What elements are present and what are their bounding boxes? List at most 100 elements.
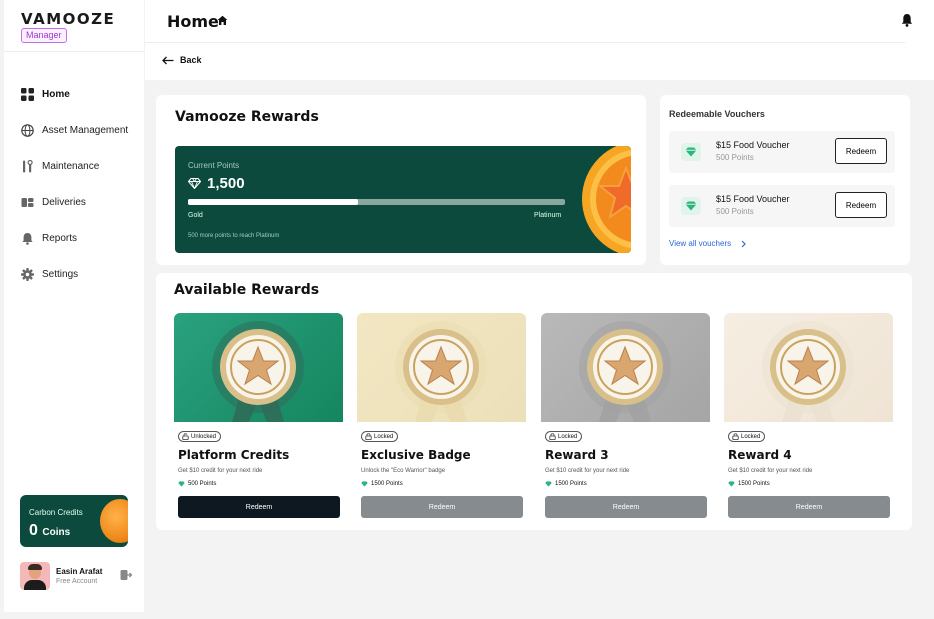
back-label: Back [180,55,202,65]
sidebar-item-reports[interactable]: Reports [20,220,144,256]
current-points: 1,500 [188,175,245,192]
reward-points-value: 1500 Points [371,481,403,487]
reward-points: 1500 Points [361,481,403,487]
reward-status-badge: Locked [361,431,399,442]
carbon-credits-value: 0 Coins [29,522,70,540]
reward-badge-image [174,313,343,422]
voucher-item: $15 Food Voucher 500 Points Redeem [669,131,895,173]
back-button[interactable]: Back [162,55,202,65]
carbon-credits-number: 0 [29,522,38,539]
badge-icon [762,321,854,422]
arrow-left-icon [162,56,174,64]
sidebar: VAMOOZE Manager Home Asset Management Ma… [4,0,144,612]
badge-icon [395,321,487,422]
reward-status-badge: Unlocked [178,431,222,442]
redeem-reward-button[interactable]: Redeem [545,496,707,518]
status-label: Locked [374,433,394,440]
sidebar-item-maintenance[interactable]: Maintenance [20,148,144,184]
voucher-name: $15 Food Voucher [716,140,790,150]
sidebar-item-label: Deliveries [42,196,86,208]
home-icon [217,15,228,25]
lock-icon [549,433,556,440]
carbon-credits-unit: Coins [42,527,71,538]
globe-icon [20,123,34,137]
reward-points-value: 1500 Points [738,481,770,487]
current-points-label: Current Points [188,161,240,170]
reward-points: 1500 Points [545,481,587,487]
sidebar-item-label: Asset Management [42,124,129,136]
voucher-points: 500 Points [716,207,754,216]
current-points-value: 1,500 [207,175,245,192]
divider [145,42,905,43]
logout-icon[interactable] [120,569,132,581]
top-bar: Home Back [145,0,934,80]
sidebar-item-label: Reports [42,232,78,244]
level-current: Gold [188,212,203,219]
sidebar-item-deliveries[interactable]: Deliveries [20,184,144,220]
reward-card: Locked Reward 4 Get $10 credit for your ne… [724,313,893,521]
view-all-label: View all vouchers [669,239,732,248]
user-profile[interactable]: Easin Arafat Free Account [20,562,138,592]
unlock-icon [182,433,189,440]
lock-icon [365,433,372,440]
medal-icon [582,146,631,253]
reward-description: Get $10 credit for your next ride [178,468,263,474]
sidebar-item-label: Home [42,88,70,100]
reward-badge-image [724,313,893,422]
sidebar-item-home[interactable]: Home [20,76,144,112]
sidebar-item-settings[interactable]: Settings [20,256,144,292]
gem-icon [188,178,201,189]
notification-bell-icon[interactable] [901,13,913,27]
gem-icon [361,481,368,487]
sidebar-item-asset-management[interactable]: Asset Management [20,112,144,148]
reward-description: Get $10 credit for your next ride [728,468,813,474]
points-panel: Current Points 1,500 Gold Platinum 500 m… [175,146,631,253]
tools-icon [20,159,34,173]
badge-icon [212,321,304,422]
status-label: Locked [741,433,761,440]
gear-icon [20,267,34,281]
lock-icon [732,433,739,440]
redeem-reward-button[interactable]: Redeem [728,496,890,518]
gem-icon [681,143,701,161]
gem-icon [545,481,552,487]
gem-icon [178,481,185,487]
redeem-voucher-button[interactable]: Redeem [835,192,887,218]
reward-status-badge: Locked [728,431,766,442]
available-rewards-title: Available Rewards [174,282,320,298]
redeem-reward-button[interactable]: Redeem [361,496,523,518]
status-label: Locked [558,433,578,440]
reward-name: Exclusive Badge [361,448,471,462]
redeem-voucher-button[interactable]: Redeem [835,138,887,164]
rewards-title: Vamooze Rewards [175,109,319,125]
voucher-item: $15 Food Voucher 500 Points Redeem [669,185,895,227]
voucher-name: $15 Food Voucher [716,194,790,204]
reward-card: Locked Exclusive Badge Unlock the "Eco War… [357,313,526,521]
reward-points: 500 Points [178,481,216,487]
gem-icon [728,481,735,487]
view-all-vouchers-link[interactable]: View all vouchers [669,239,746,248]
reward-name: Reward 4 [728,448,792,462]
badge-icon [579,321,671,422]
voucher-points: 500 Points [716,153,754,162]
gem-icon [681,197,701,215]
progress-bar [188,199,565,205]
status-label: Unlocked [191,433,217,440]
redeem-reward-button[interactable]: Redeem [178,496,340,518]
reward-badge-image [541,313,710,422]
user-account-type: Free Account [56,578,98,585]
reward-points-value: 500 Points [188,481,217,487]
coin-icon [100,499,128,543]
bell-icon [20,231,34,245]
reward-status-badge: Locked [545,431,583,442]
reward-points: 1500 Points [728,481,770,487]
points-to-next-level: 500 more points to reach Platinum [188,233,280,239]
vouchers-card: Redeemable Vouchers $15 Food Voucher 500… [660,95,910,265]
reward-name: Platform Credits [178,448,290,462]
carbon-credits-card: Carbon Credits 0 Coins [20,495,128,547]
divider [4,51,144,52]
rewards-card: Vamooze Rewards Current Points 1,500 Gol… [156,95,646,265]
chevron-right-icon [741,240,746,247]
carbon-credits-label: Carbon Credits [29,508,83,517]
reward-description: Unlock the "Eco Warrior" badge [361,468,446,474]
